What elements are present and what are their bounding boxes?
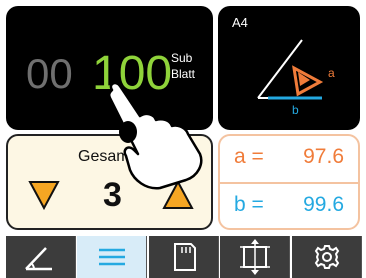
bottom-tab-bar [0, 236, 366, 278]
tab-angle[interactable] [6, 236, 76, 278]
gear-icon [314, 245, 340, 269]
counter-unit-line1: Sub [171, 51, 193, 65]
measurement-b-row[interactable]: b = 99.6 [220, 184, 358, 228]
tab-list[interactable] [77, 236, 147, 278]
tab-storage[interactable] [149, 236, 219, 278]
measurement-a-label: a = [234, 145, 264, 168]
format-diagram-panel[interactable]: A4 a b [218, 6, 360, 130]
tab-settings[interactable] [292, 236, 362, 278]
resize-vertical-icon [240, 239, 270, 275]
measurement-a-value: 97.6 [303, 145, 344, 168]
counter-unit: Sub Blatt [171, 50, 195, 82]
list-icon [99, 248, 125, 266]
measurement-a-row[interactable]: a = 97.6 [220, 136, 358, 184]
sd-card-icon [174, 243, 196, 271]
measurement-b-label: b = [234, 193, 264, 216]
pointing-hand-icon [107, 81, 203, 190]
angle-icon [25, 247, 52, 271]
angle-diagram: a b [257, 39, 335, 117]
label-a: a [328, 66, 335, 80]
tab-size[interactable] [220, 236, 290, 278]
measurements-panel[interactable]: a = 97.6 b = 99.6 [218, 134, 360, 230]
label-b: b [292, 103, 299, 117]
counter-leading-zeros: 00 [26, 50, 73, 97]
decrease-button[interactable] [28, 180, 60, 210]
measurement-b-value: 99.6 [303, 193, 344, 216]
